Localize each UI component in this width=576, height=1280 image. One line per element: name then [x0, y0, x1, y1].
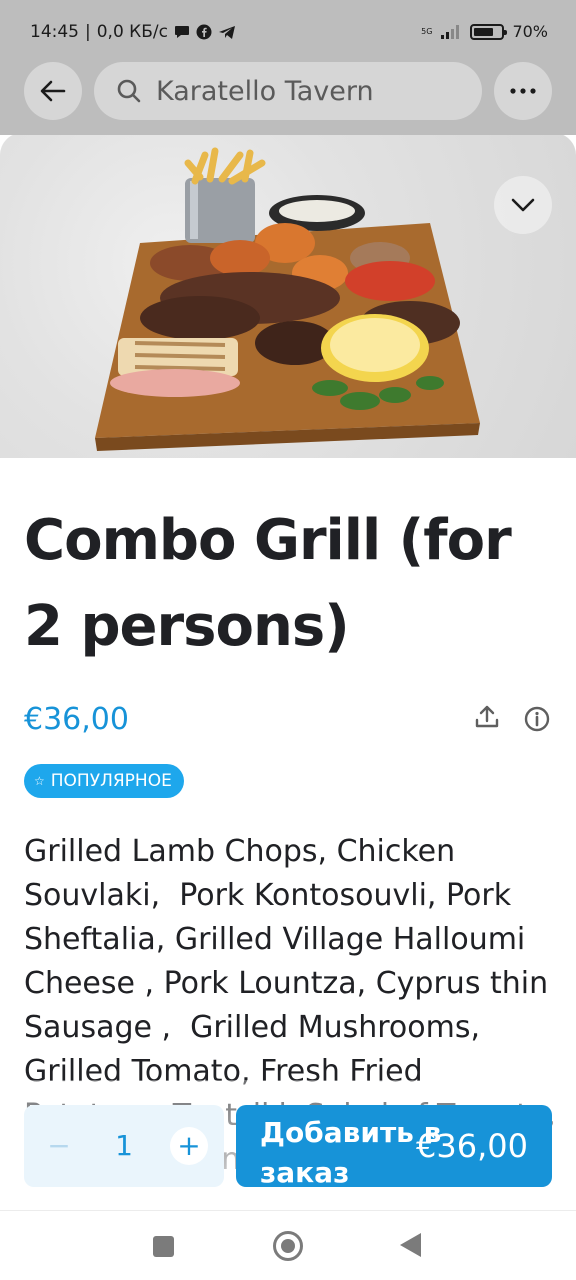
popular-badge-label: ПОПУЛЯРНОЕ — [50, 771, 172, 791]
status-right: 5G 70% — [421, 22, 548, 41]
info-icon — [524, 706, 550, 732]
arrow-left-icon — [40, 80, 66, 102]
facebook-icon — [196, 24, 212, 40]
status-left: 14:45 | 0,0 КБ/с — [30, 22, 236, 42]
chevron-down-icon — [511, 198, 535, 212]
more-button[interactable] — [494, 62, 552, 120]
item-price: €36,00 — [24, 702, 129, 737]
back-button[interactable] — [24, 62, 82, 120]
search-bar[interactable]: Karatello Tavern — [94, 62, 482, 120]
item-title: Combo Grill (for 2 persons) — [24, 508, 512, 659]
network-type: 5G — [421, 26, 433, 36]
recents-button[interactable] — [153, 1236, 174, 1257]
quantity-stepper: − 1 + — [24, 1105, 224, 1187]
hero-image — [0, 133, 576, 458]
search-text: Karatello Tavern — [156, 75, 374, 107]
battery-fill — [474, 27, 493, 36]
chat-bubble-icon — [174, 26, 189, 38]
increase-quantity-button[interactable]: + — [170, 1127, 208, 1165]
telegram-icon — [218, 25, 235, 39]
popular-badge: ☆ ПОПУЛЯРНОЕ — [24, 764, 184, 798]
signal-icon — [441, 24, 460, 39]
search-icon — [117, 79, 141, 103]
share-icon — [475, 705, 499, 728]
more-horizontal-icon — [510, 88, 536, 94]
collapse-image-button[interactable] — [494, 176, 552, 234]
status-separator: | — [85, 22, 91, 42]
add-to-order-button[interactable]: Добавить в заказ €36,00 — [236, 1105, 552, 1189]
system-nav-bar — [0, 1210, 576, 1280]
header: Karatello Tavern — [0, 62, 576, 124]
add-to-order-price: €36,00 — [416, 1127, 528, 1165]
battery-icon — [470, 23, 508, 40]
share-button[interactable] — [474, 704, 500, 734]
battery-percent: 70% — [512, 22, 548, 41]
system-back-button[interactable] — [400, 1233, 421, 1257]
quantity-value: 1 — [115, 1129, 133, 1162]
decrease-quantity-button[interactable]: − — [40, 1127, 78, 1165]
status-speed: 0,0 КБ/с — [96, 22, 168, 42]
home-button[interactable] — [273, 1231, 303, 1261]
top-bar: 14:45 | 0,0 КБ/с 5G 70% Karatello Tavern — [0, 0, 576, 135]
status-time: 14:45 — [30, 22, 79, 42]
status-bar: 14:45 | 0,0 КБ/с 5G 70% — [0, 0, 576, 64]
grill-platter-photo — [95, 147, 480, 451]
star-icon: ☆ — [34, 774, 45, 788]
info-button[interactable] — [524, 706, 550, 736]
